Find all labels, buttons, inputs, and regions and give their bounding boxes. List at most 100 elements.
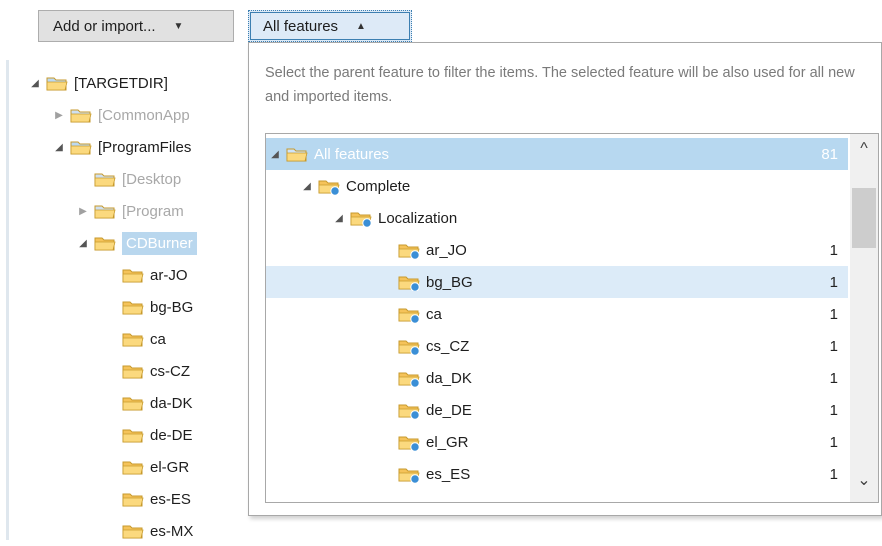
feature-item-count: 1 <box>829 433 838 451</box>
feature-item[interactable]: ◢ All features 81 <box>266 138 848 170</box>
tree-item[interactable]: cs-CZ <box>104 356 190 386</box>
tree-item-label: el-GR <box>150 458 190 476</box>
feature-item[interactable]: ◢ Localization <box>266 202 848 234</box>
tree-item[interactable]: ▶ [CommonApp <box>52 100 190 130</box>
tree-item[interactable]: ar-JO <box>104 260 188 290</box>
feature-item[interactable]: es_ES 1 <box>266 458 848 490</box>
feature-folder-icon <box>398 370 420 388</box>
feature-item-count: 1 <box>829 273 838 291</box>
tree-item[interactable]: bg-BG <box>104 292 193 322</box>
feature-item-label: All features <box>314 145 390 163</box>
folder-icon <box>122 523 144 540</box>
tree-item-label: [TARGETDIR] <box>74 74 168 92</box>
collapse-arrow-icon[interactable]: ◢ <box>52 142 66 153</box>
feature-item-label: Localization <box>378 209 458 227</box>
feature-filter-hint: Select the parent feature to filter the … <box>265 65 855 105</box>
scrollbar-thumb[interactable] <box>852 188 876 248</box>
feature-item-count: 1 <box>829 305 838 323</box>
feature-item[interactable]: ar_JO 1 <box>266 234 848 266</box>
feature-item-content: ca <box>394 305 442 324</box>
feature-item-content: de_DE <box>394 401 472 420</box>
feature-folder-icon <box>318 178 340 196</box>
expand-arrow-icon[interactable]: ▶ <box>52 110 66 121</box>
feature-item-content: el_GR <box>394 433 469 452</box>
collapse-arrow-icon[interactable]: ◢ <box>300 181 314 192</box>
add-or-import-label: Add or import... <box>53 17 156 35</box>
feature-item[interactable]: de_DE 1 <box>266 394 848 426</box>
tree-item-label: [CommonApp <box>98 106 190 124</box>
collapse-arrow-icon[interactable]: ◢ <box>268 149 282 160</box>
collapse-arrow-icon[interactable]: ◢ <box>76 238 90 249</box>
feature-folder-icon <box>398 274 420 292</box>
tree-item-label: de-DE <box>150 426 193 444</box>
feature-item-count: 81 <box>821 145 838 163</box>
feature-item[interactable]: ca 1 <box>266 298 848 330</box>
feature-item[interactable]: da_DK 1 <box>266 362 848 394</box>
feature-item[interactable]: cs_CZ 1 <box>266 330 848 362</box>
feature-item-label: cs_CZ <box>426 337 470 355</box>
tree-item[interactable]: [Desktop <box>76 164 181 194</box>
scroll-down-icon[interactable]: ⌄ <box>850 470 878 490</box>
folder-icon <box>94 235 116 252</box>
collapse-arrow-icon[interactable]: ◢ <box>332 213 346 224</box>
tree-item-label: [Program <box>122 202 184 220</box>
feature-item[interactable]: el_GR 1 <box>266 426 848 458</box>
tree-item-label: ar-JO <box>150 266 188 284</box>
tree-item-label: cs-CZ <box>150 362 190 380</box>
feature-filter-label: All features <box>263 17 339 35</box>
folder-icon <box>122 299 144 316</box>
folder-icon <box>122 395 144 412</box>
tree-item[interactable]: es-ES <box>104 484 191 514</box>
feature-item-label: ar_JO <box>426 241 467 259</box>
feature-item-label: ca <box>426 305 442 323</box>
tree-item-label: es-ES <box>150 490 191 508</box>
collapse-arrow-icon[interactable]: ◢ <box>28 78 42 89</box>
feature-item[interactable]: bg_BG 1 <box>266 266 848 298</box>
add-or-import-button[interactable]: Add or import... ▼ <box>38 10 234 42</box>
tree-edge-marker <box>6 60 9 540</box>
tree-item[interactable]: el-GR <box>104 452 189 482</box>
tree-item[interactable]: da-DK <box>104 388 193 418</box>
folder-icon <box>70 139 92 156</box>
vertical-scrollbar[interactable]: ^ ⌄ <box>850 134 878 502</box>
feature-item-content: cs_CZ <box>394 337 470 356</box>
feature-item-content: ◢ All features <box>268 146 389 163</box>
tree-item-label: [Desktop <box>122 170 182 188</box>
tree-item[interactable]: es-MX <box>104 516 193 546</box>
feature-item-label: de_DE <box>426 401 472 419</box>
tree-item[interactable]: de-DE <box>104 420 193 450</box>
tree-item[interactable]: ▶ [Program <box>76 196 184 226</box>
feature-folder-icon <box>350 210 372 228</box>
expand-arrow-icon[interactable]: ▶ <box>76 206 90 217</box>
feature-folder-icon <box>398 242 420 260</box>
tree-item-label: CDBurner <box>122 231 197 255</box>
feature-filter-popup: Select the parent feature to filter the … <box>248 42 882 516</box>
tree-item-label: es-MX <box>150 522 194 540</box>
tree-item-label: ca <box>150 330 166 348</box>
feature-item[interactable]: ◢ Complete <box>266 170 848 202</box>
feature-item-content: es_ES <box>394 465 471 484</box>
tree-item[interactable]: ◢ [ProgramFiles <box>52 132 191 162</box>
scroll-up-icon[interactable]: ^ <box>850 140 878 158</box>
tree-item[interactable]: ◢ CDBurner <box>76 228 197 258</box>
folder-icon <box>122 491 144 508</box>
feature-filter-button[interactable]: All features ▲ <box>248 10 412 42</box>
feature-folder-icon <box>398 434 420 452</box>
chevron-up-icon: ▲ <box>356 20 366 32</box>
folder-icon <box>94 203 116 220</box>
feature-list[interactable]: es_ES 1 el_GR 1 de_DE 1 da_DK 1 cs_CZ 1 ca 1 bg_BG 1 a… <box>265 133 879 503</box>
feature-item-content: ◢ Localization <box>332 209 458 228</box>
tree-item[interactable]: ca <box>104 324 166 354</box>
folder-icon <box>46 75 68 92</box>
feature-item-count: 1 <box>829 401 838 419</box>
folder-icon <box>286 146 308 163</box>
folder-icon <box>94 171 116 188</box>
feature-item-label: es_ES <box>426 465 471 483</box>
feature-item-content: ar_JO <box>394 241 467 260</box>
feature-item-label: el_GR <box>426 433 469 451</box>
tree-item[interactable]: ◢ [TARGETDIR] <box>28 68 168 98</box>
tree-item-label: da-DK <box>150 394 193 412</box>
tree-item-label: [ProgramFiles <box>98 138 192 156</box>
feature-item-label: bg_BG <box>426 273 473 291</box>
feature-item-count: 1 <box>829 369 838 387</box>
